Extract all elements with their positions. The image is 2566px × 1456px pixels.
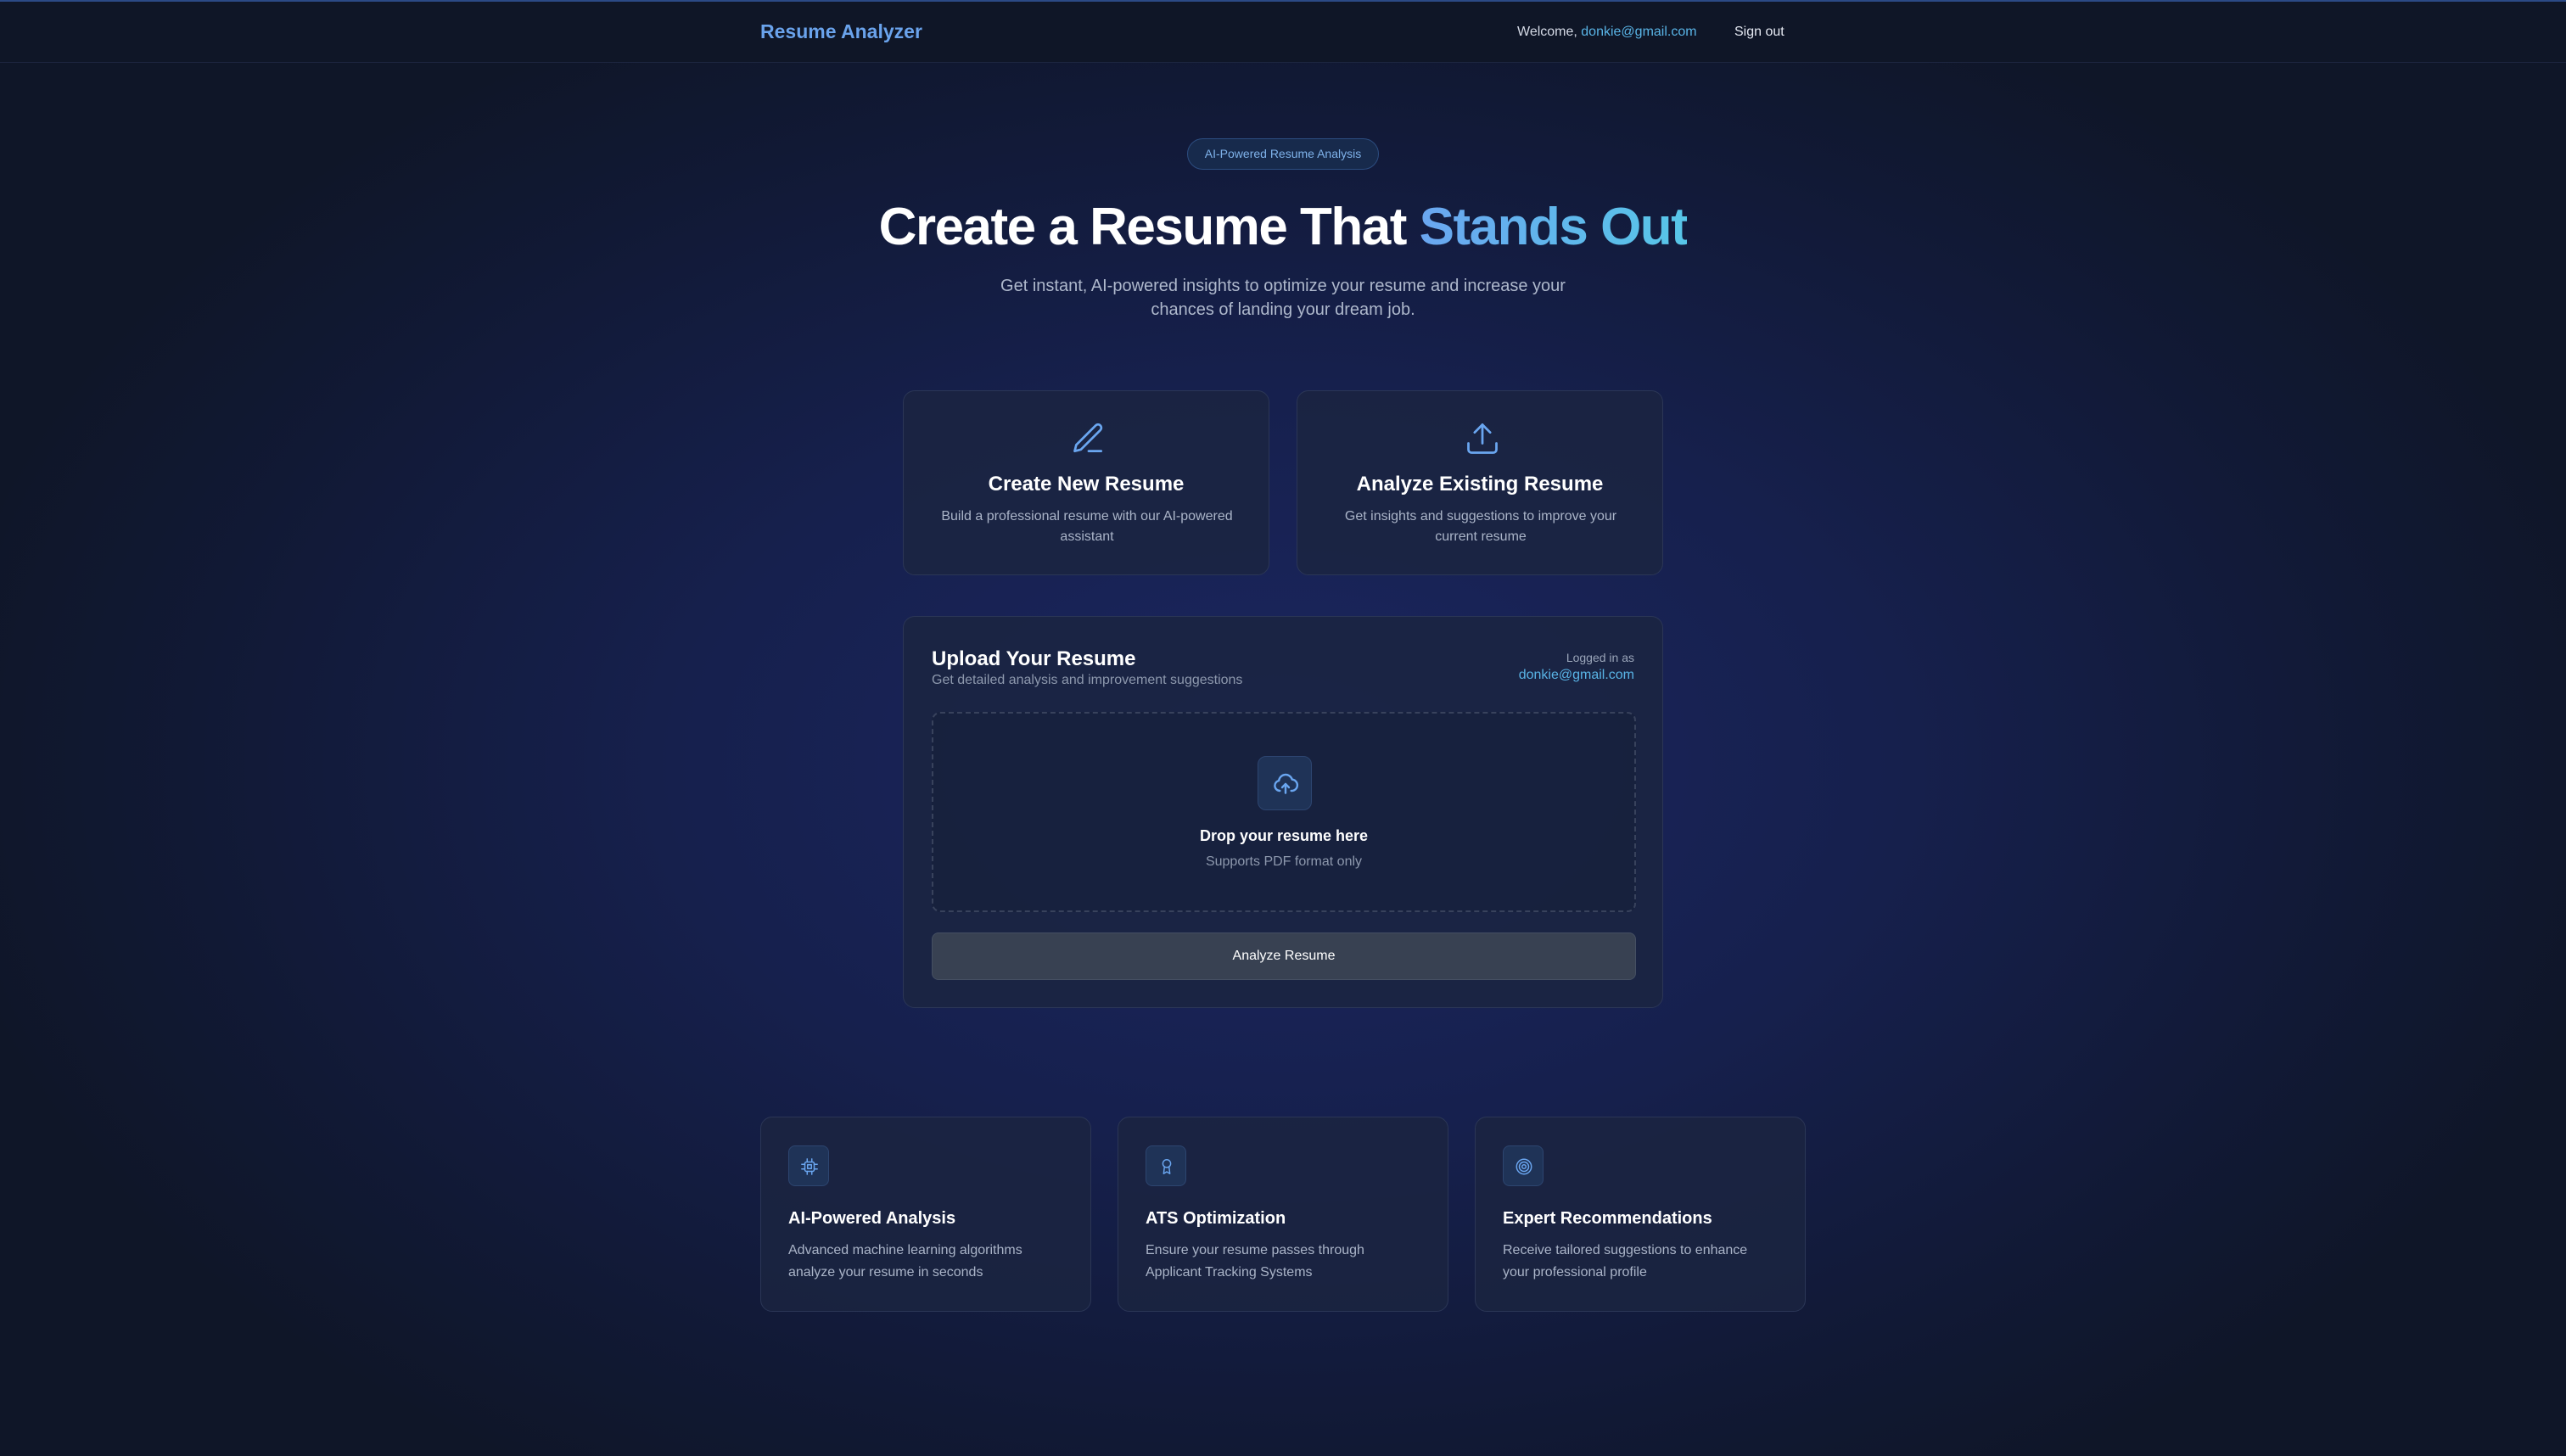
feature-title: Expert Recommendations (1503, 1209, 1712, 1228)
brand-logo[interactable]: Resume Analyzer (760, 20, 922, 43)
feature-description: Advanced machine learning algorithms ana… (788, 1243, 1022, 1280)
upload-icon (1464, 420, 1501, 457)
feature-card-ats: ATS Optimization Ensure your resume pass… (1118, 1117, 1448, 1312)
option-title: Create New Resume (988, 473, 1185, 496)
award-ribbon-icon (1146, 1145, 1186, 1186)
option-title: Analyze Existing Resume (1356, 473, 1604, 496)
feature-title: AI-Powered Analysis (788, 1209, 956, 1228)
upload-title: Upload Your Resume (932, 647, 1136, 670)
logged-in-email: donkie@gmail.com (1518, 668, 1634, 682)
feature-card-expert: Expert Recommendations Receive tailored … (1475, 1117, 1806, 1312)
analyze-existing-resume-card[interactable]: Analyze Existing Resume Get insights and… (1297, 390, 1663, 575)
dropzone-title: Drop your resume here (1199, 827, 1369, 844)
welcome-message: Welcome, donkie@gmail.com (1517, 25, 1697, 40)
dropzone-subtitle: Supports PDF format only (1205, 854, 1363, 869)
hero-title: Create a Resume That Stands Out (0, 197, 2566, 257)
hero-title-main: Create a Resume That (878, 198, 1420, 256)
upload-panel: Upload Your Resume Get detailed analysis… (903, 616, 1663, 1008)
welcome-prefix: Welcome, (1517, 25, 1582, 39)
upload-subtitle: Get detailed analysis and improvement su… (932, 673, 1243, 687)
hero-title-accent: Stands Out (1419, 198, 1689, 256)
feature-card-ai-analysis: AI-Powered Analysis Advanced machine lea… (760, 1117, 1091, 1312)
analyze-resume-button[interactable]: Analyze Resume (932, 932, 1636, 980)
logged-in-label: Logged in as (1566, 651, 1634, 664)
feature-description: Ensure your resume passes through Applic… (1146, 1243, 1364, 1280)
pencil-icon (1070, 420, 1107, 457)
feature-title: ATS Optimization (1146, 1209, 1286, 1228)
create-new-resume-card[interactable]: Create New Resume Build a professional r… (903, 390, 1269, 575)
hero-subtitle: Get instant, AI-powered insights to opti… (1000, 277, 1566, 319)
cpu-chip-icon (788, 1145, 829, 1186)
target-icon (1503, 1145, 1544, 1186)
navbar: Resume Analyzer Welcome, donkie@gmail.co… (0, 2, 2566, 63)
option-description: Get insights and suggestions to improve … (1344, 509, 1617, 544)
resume-dropzone[interactable]: Drop your resume here Supports PDF forma… (932, 712, 1636, 912)
hero-badge: AI-Powered Resume Analysis (1187, 138, 1379, 170)
cloud-upload-icon (1258, 756, 1312, 810)
welcome-email: donkie@gmail.com (1581, 25, 1697, 39)
sign-out-button[interactable]: Sign out (1734, 25, 1784, 40)
feature-description: Receive tailored suggestions to enhance … (1503, 1243, 1748, 1280)
option-description: Build a professional resume with our AI-… (941, 509, 1233, 544)
